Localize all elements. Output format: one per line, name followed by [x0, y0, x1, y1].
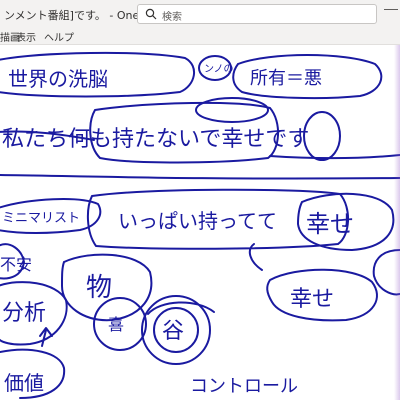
note-canvas[interactable]: 世界の洗脳 ンノの 所有＝悪 私たち何も持たないで幸せです ミニマリスト いっぱ… — [0, 45, 400, 400]
search-box[interactable]: 検索 — [137, 4, 377, 24]
menu-view[interactable]: 表示 — [16, 29, 36, 44]
ink-line2: 私たち何も持たないで幸せです — [2, 127, 309, 152]
handwriting-layer: 世界の洗脳 ンノの 所有＝悪 私たち何も持たないで幸せです ミニマリスト いっぱ… — [0, 51, 400, 399]
minimize-icon[interactable] — [384, 9, 398, 10]
ink-bottom-word: コントロール — [190, 376, 298, 397]
ink-circle-happy-top — [303, 111, 341, 161]
ink-left-col-3: 価値 — [4, 371, 44, 395]
menu-bar: 描画 表示 ヘルプ — [0, 28, 400, 45]
ink-note-top-right: 所有＝悪 — [250, 68, 322, 89]
ink-circle-b-text: 谷 — [162, 319, 184, 344]
menu-help[interactable]: ヘルプ — [44, 29, 74, 44]
ink-phrase-mid: いっぱい持ってて — [118, 209, 277, 233]
ink-note-small: ンノの — [204, 64, 234, 75]
ink-oval-mid — [195, 97, 269, 123]
onenote-window: ンメント番組]です。 - OneNote 検索 描画 表示 ヘルプ 世界の洗脳 … — [0, 0, 400, 400]
ink-word-left: ミニマリスト — [2, 211, 80, 226]
search-icon — [145, 8, 157, 20]
ink-left-col-1: 不安 — [0, 255, 32, 274]
search-placeholder: 検索 — [162, 12, 182, 23]
ink-word-happy-box: 幸せ — [306, 210, 354, 238]
title-bar: ンメント番組]です。 - OneNote 検索 — [0, 0, 400, 29]
ink-circle-a-text: 喜 — [108, 315, 124, 334]
ink-word-object: 物 — [86, 273, 112, 303]
ink-left-col-2: 分析 — [2, 301, 46, 326]
ink-line1: 世界の洗脳 — [8, 67, 108, 91]
window-edge-shadow — [394, 45, 400, 400]
ink-word-happy: 幸せ — [290, 287, 334, 312]
ink-divider — [0, 174, 400, 180]
